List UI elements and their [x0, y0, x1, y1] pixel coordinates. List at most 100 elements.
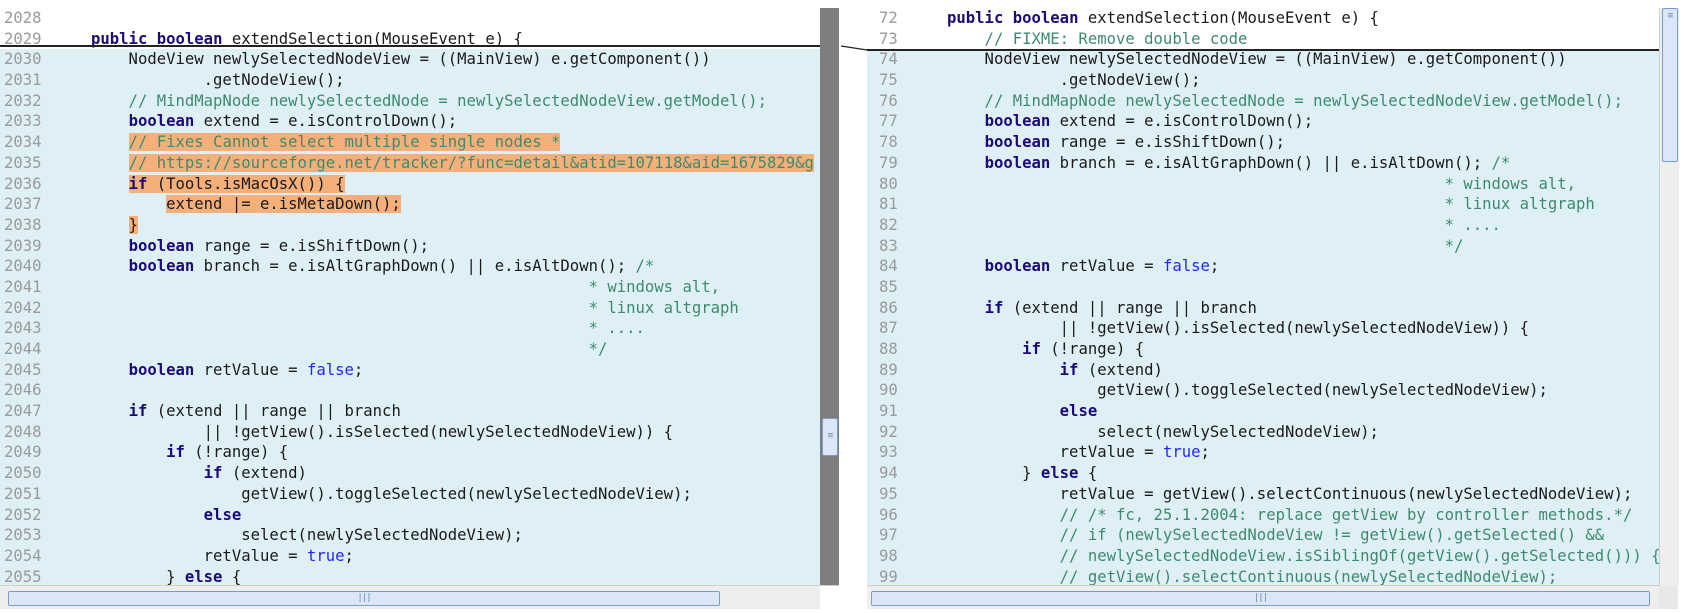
- code-text[interactable]: boolean range = e.isShiftDown();: [947, 132, 1285, 153]
- code-text[interactable]: } else {: [91, 567, 241, 586]
- code-text[interactable]: }: [91, 215, 138, 236]
- code-line[interactable]: 82 * ....: [867, 214, 1659, 236]
- code-text[interactable]: // MindMapNode newlySelectedNode = newly…: [947, 91, 1623, 112]
- code-text[interactable]: if (extend): [91, 463, 307, 484]
- code-text[interactable]: * linux altgraph: [947, 194, 1595, 215]
- code-text[interactable]: // if (newlySelectedNodeView != getView(…: [947, 525, 1605, 546]
- code-line[interactable]: 2035 // https://sourceforge.net/tracker/…: [0, 152, 820, 174]
- right-horizontal-scrollbar[interactable]: |||: [867, 585, 1659, 609]
- code-text[interactable]: else: [947, 401, 1098, 422]
- code-line[interactable]: 96 // /* fc, 25.1.2004: replace getView …: [867, 504, 1659, 526]
- code-text[interactable]: // MindMapNode newlySelectedNode = newly…: [91, 91, 767, 112]
- code-line[interactable]: 2054 retValue = true;: [0, 545, 820, 567]
- code-line[interactable]: 2046: [0, 380, 820, 402]
- code-text[interactable]: select(newlySelectedNodeView);: [947, 422, 1379, 443]
- code-line[interactable]: 83 */: [867, 235, 1659, 257]
- code-text[interactable]: * ....: [91, 318, 645, 339]
- left-vertical-scroll-thumb[interactable]: ≡: [822, 418, 838, 456]
- code-line[interactable]: 78 boolean range = e.isShiftDown();: [867, 132, 1659, 153]
- right-diff-pane[interactable]: 72 public boolean extendSelection(MouseEv…: [867, 0, 1684, 609]
- code-text[interactable]: else: [91, 505, 242, 526]
- code-line[interactable]: 88 if (!range) {: [867, 339, 1659, 360]
- code-text[interactable]: NodeView newlySelectedNodeView = ((MainV…: [947, 49, 1567, 70]
- code-text[interactable]: NodeView newlySelectedNodeView = ((MainV…: [91, 49, 711, 70]
- right-horizontal-scroll-thumb[interactable]: |||: [871, 591, 1650, 606]
- code-text[interactable]: * windows alt,: [947, 174, 1576, 195]
- code-line[interactable]: 2036 if (Tools.isMacOsX()) {: [0, 173, 820, 195]
- left-code-view[interactable]: 2028 2029 public boolean extendSelection(M…: [0, 8, 820, 586]
- code-text[interactable]: // getView().selectContinuous(newlySelec…: [947, 567, 1558, 586]
- right-vertical-scrollbar[interactable]: ≡: [1659, 8, 1679, 586]
- code-text[interactable]: retValue = true;: [947, 442, 1210, 463]
- left-horizontal-scrollbar[interactable]: |||: [0, 585, 820, 609]
- code-line[interactable]: 80 * windows alt,: [867, 173, 1659, 195]
- code-line[interactable]: 2043 * ....: [0, 318, 820, 339]
- code-text[interactable]: */: [91, 339, 608, 360]
- code-text[interactable]: || !getView().isSelected(newlySelectedNo…: [947, 318, 1529, 339]
- code-line[interactable]: 98 // newlySelectedNodeView.isSiblingOf(…: [867, 545, 1659, 567]
- code-text[interactable]: retValue = true;: [91, 546, 354, 567]
- code-text[interactable]: retValue = getView().selectContinuous(ne…: [947, 484, 1633, 505]
- code-line[interactable]: 2048 || !getView().isSelected(newlySelec…: [0, 421, 820, 443]
- code-line[interactable]: 94 } else {: [867, 463, 1659, 484]
- code-line[interactable]: 2028: [0, 8, 820, 29]
- code-text[interactable]: if (!range) {: [947, 339, 1144, 360]
- code-text[interactable]: // newlySelectedNodeView.isSiblingOf(get…: [947, 546, 1659, 567]
- code-text[interactable]: // /* fc, 25.1.2004: replace getView by …: [947, 505, 1633, 526]
- code-line[interactable]: 2040 boolean branch = e.isAltGraphDown()…: [0, 256, 820, 277]
- code-line[interactable]: 2045 boolean retValue = false;: [0, 359, 820, 381]
- code-text[interactable]: || !getView().isSelected(newlySelectedNo…: [91, 422, 673, 443]
- code-line[interactable]: 79 boolean branch = e.isAltGraphDown() |…: [867, 152, 1659, 174]
- code-text[interactable]: // Fixes Cannot select multiple single n…: [91, 132, 561, 153]
- code-line[interactable]: 2055 } else {: [0, 566, 820, 586]
- code-text[interactable]: if (Tools.isMacOsX()) {: [91, 174, 345, 195]
- code-text[interactable]: .getNodeView();: [947, 70, 1201, 91]
- code-line[interactable]: 2047 if (extend || range || branch: [0, 401, 820, 422]
- code-text[interactable]: extend |= e.isMetaDown();: [91, 194, 401, 215]
- code-text[interactable]: boolean branch = e.isAltGraphDown() || e…: [947, 153, 1511, 174]
- code-text[interactable]: boolean retValue = false;: [947, 256, 1220, 277]
- code-line[interactable]: 2032 // MindMapNode newlySelectedNode = …: [0, 90, 820, 112]
- code-line[interactable]: 74 NodeView newlySelectedNodeView = ((Ma…: [867, 49, 1659, 71]
- code-line[interactable]: 90 getView().toggleSelected(newlySelecte…: [867, 380, 1659, 402]
- code-text[interactable]: * linux altgraph: [91, 298, 739, 319]
- code-line[interactable]: 93 retValue = true;: [867, 442, 1659, 464]
- code-line[interactable]: 85: [867, 276, 1659, 298]
- code-text[interactable]: boolean extend = e.isControlDown();: [947, 111, 1314, 132]
- code-line[interactable]: 76 // MindMapNode newlySelectedNode = ne…: [867, 90, 1659, 112]
- code-line[interactable]: 73 // FIXME: Remove double code: [867, 29, 1659, 50]
- code-text[interactable]: getView().toggleSelected(newlySelectedNo…: [947, 380, 1548, 401]
- code-line[interactable]: 2042 * linux altgraph: [0, 297, 820, 319]
- code-text[interactable]: boolean range = e.isShiftDown();: [91, 236, 429, 257]
- code-text[interactable]: boolean extend = e.isControlDown();: [91, 111, 458, 132]
- code-line[interactable]: 2053 select(newlySelectedNodeView);: [0, 525, 820, 546]
- code-text[interactable]: select(newlySelectedNodeView);: [91, 525, 523, 546]
- code-line[interactable]: 89 if (extend): [867, 359, 1659, 381]
- code-text[interactable]: if (extend || range || branch: [91, 401, 401, 422]
- code-text[interactable]: * windows alt,: [91, 277, 720, 298]
- code-line[interactable]: 95 retValue = getView().selectContinuous…: [867, 483, 1659, 505]
- code-line[interactable]: 72 public boolean extendSelection(MouseEv…: [867, 8, 1659, 29]
- left-horizontal-scroll-thumb[interactable]: |||: [8, 591, 720, 606]
- code-line[interactable]: 2037 extend |= e.isMetaDown();: [0, 194, 820, 215]
- code-line[interactable]: 2038 }: [0, 214, 820, 236]
- code-line[interactable]: 91 else: [867, 401, 1659, 422]
- code-line[interactable]: 81 * linux altgraph: [867, 194, 1659, 215]
- code-line[interactable]: 97 // if (newlySelectedNodeView != getVi…: [867, 525, 1659, 546]
- code-line[interactable]: 2044 */: [0, 339, 820, 360]
- right-code-view[interactable]: 72 public boolean extendSelection(MouseEv…: [867, 8, 1659, 586]
- code-text[interactable]: if (extend || range || branch: [947, 298, 1257, 319]
- code-line[interactable]: 2051 getView().toggleSelected(newlySelec…: [0, 483, 820, 505]
- code-line[interactable]: 2050 if (extend): [0, 463, 820, 484]
- code-line[interactable]: 2039 boolean range = e.isShiftDown();: [0, 235, 820, 257]
- code-line[interactable]: 2052 else: [0, 504, 820, 526]
- code-line[interactable]: 87 || !getView().isSelected(newlySelecte…: [867, 318, 1659, 339]
- left-vertical-scrollbar[interactable]: ≡: [820, 8, 839, 586]
- code-text[interactable]: */: [947, 236, 1464, 257]
- code-text[interactable]: } else {: [947, 463, 1097, 484]
- code-text[interactable]: // https://sourceforge.net/tracker/?func…: [91, 153, 814, 174]
- code-text[interactable]: // FIXME: Remove double code: [947, 29, 1248, 50]
- code-line[interactable]: 75 .getNodeView();: [867, 70, 1659, 91]
- code-line[interactable]: 2034 // Fixes Cannot select multiple sin…: [0, 132, 820, 153]
- code-text[interactable]: boolean branch = e.isAltGraphDown() || e…: [91, 256, 655, 277]
